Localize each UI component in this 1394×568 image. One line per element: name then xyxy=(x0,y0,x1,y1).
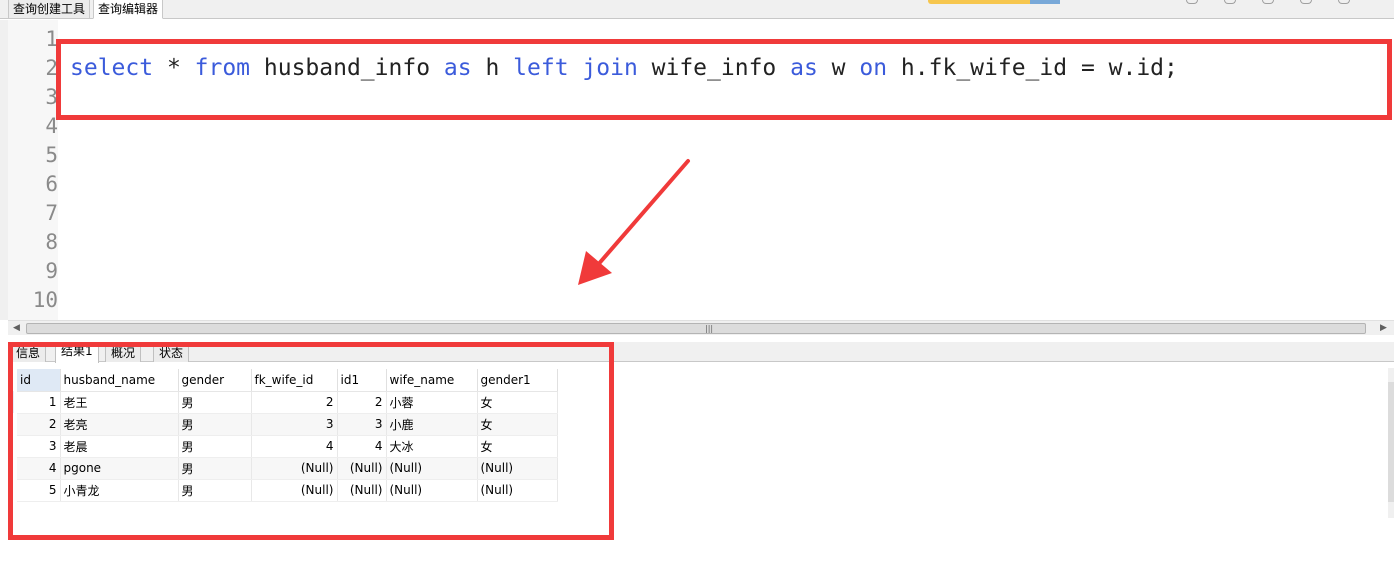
line-number: 9 xyxy=(45,259,58,283)
toolbar-icon[interactable] xyxy=(1300,0,1312,4)
toolbar-icon[interactable] xyxy=(1262,0,1274,4)
results-vertical-scrollbar[interactable] xyxy=(1388,368,1394,518)
line-number-gutter: 1 2 3 4 5 6 7 8 9 10 xyxy=(8,20,58,320)
line-number: 5 xyxy=(45,143,58,167)
scrollbar-thumb[interactable] xyxy=(1388,382,1394,502)
toolbar-icon[interactable] xyxy=(1338,0,1350,4)
highlight-box-sql xyxy=(56,39,1392,120)
editor-horizontal-scrollbar[interactable]: ◀ ||| ▶ xyxy=(8,320,1394,335)
toolbar-icon[interactable] xyxy=(1224,0,1236,4)
line-number: 7 xyxy=(45,201,58,225)
tab-query-editor[interactable]: 查询编辑器 xyxy=(93,0,164,19)
toolbar-dropdown-button[interactable] xyxy=(1030,0,1060,4)
line-number: 3 xyxy=(45,85,58,109)
toolbar-icons xyxy=(1180,0,1380,5)
toolbar-icon[interactable] xyxy=(1186,0,1198,4)
top-tab-strip: 查询创建工具 查询编辑器 xyxy=(0,0,1394,19)
line-number: 8 xyxy=(45,230,58,254)
tab-query-builder[interactable]: 查询创建工具 xyxy=(8,0,91,19)
scrollbar-thumb[interactable]: ||| xyxy=(26,323,1366,334)
line-number: 10 xyxy=(32,288,58,312)
scroll-right-arrow-icon[interactable]: ▶ xyxy=(1376,321,1391,336)
annotation-arrow-icon xyxy=(578,159,690,285)
grip-icon: ||| xyxy=(705,324,714,333)
scroll-left-arrow-icon[interactable]: ◀ xyxy=(9,321,24,336)
line-number: 2 xyxy=(45,56,58,80)
highlight-box-results xyxy=(8,342,614,540)
line-number: 4 xyxy=(45,114,58,138)
left-edge xyxy=(0,20,8,320)
line-number: 6 xyxy=(45,172,58,196)
line-number: 1 xyxy=(45,27,58,51)
